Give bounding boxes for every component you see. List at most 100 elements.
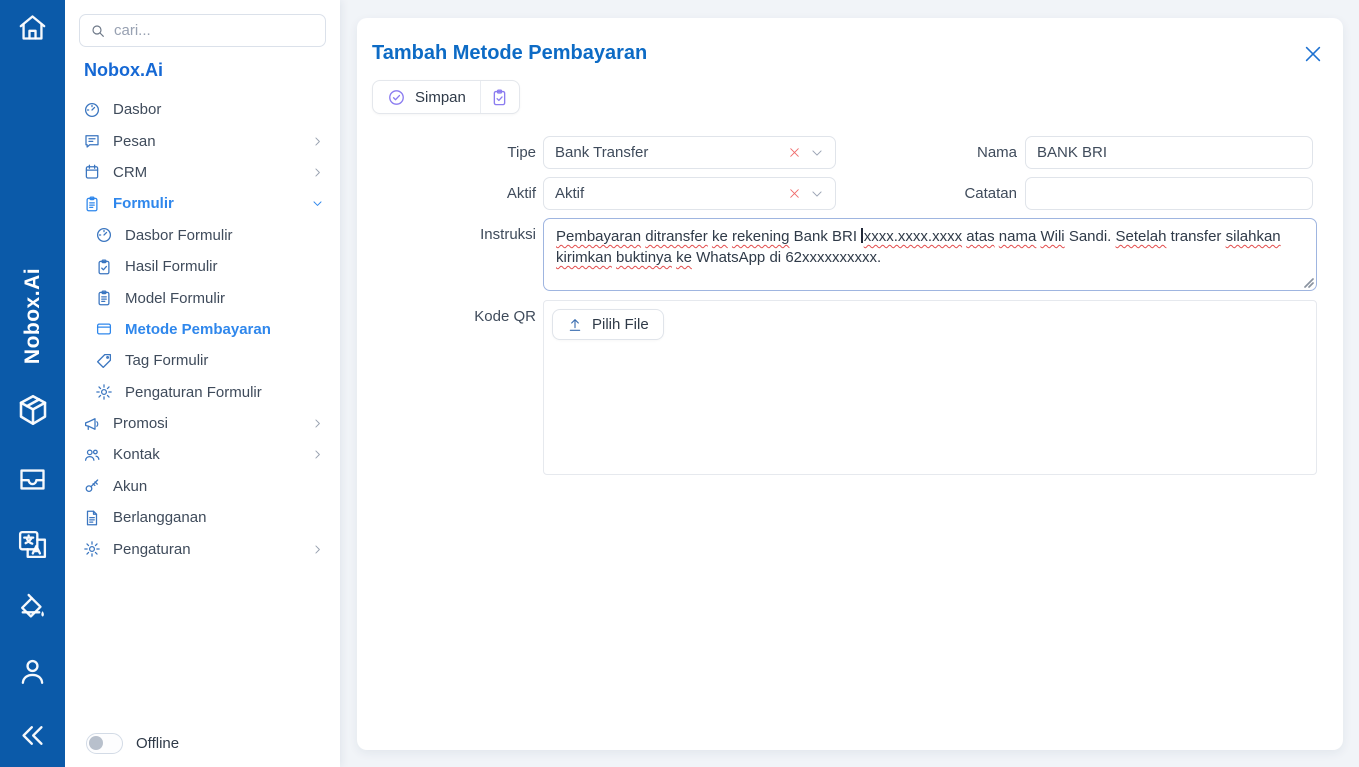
tipe-select-value: Bank Transfer (555, 144, 648, 161)
clipboard-check-button[interactable] (481, 81, 519, 113)
users-icon (83, 446, 101, 464)
catatan-input[interactable] (1025, 177, 1313, 210)
sidebar-item-label: Model Formulir (125, 290, 225, 307)
chevron-right-icon (311, 448, 324, 461)
card-icon (95, 320, 113, 338)
sidebar-item-label: Dasbor (113, 101, 161, 118)
sidebar-item-formulir[interactable]: Formulir (73, 188, 334, 219)
rail-brand-vertical: Nobox.Ai (21, 268, 45, 364)
tag-icon (95, 352, 113, 370)
nama-input[interactable]: BANK BRI (1025, 136, 1313, 169)
sidebar-item-pengaturan-formulir[interactable]: Pengaturan Formulir (73, 377, 334, 408)
clear-icon[interactable] (788, 187, 801, 200)
cube-logo-icon (15, 392, 51, 432)
chevron-right-icon (311, 166, 324, 179)
file-text-icon (83, 509, 101, 527)
search-box (79, 14, 326, 47)
sidebar-item-metode-pembayaran[interactable]: Metode Pembayaran (73, 314, 334, 345)
sidebar-item-label: Promosi (113, 415, 168, 432)
sidebar-item-hasil-formulir[interactable]: Hasil Formulir (73, 251, 334, 282)
chevron-right-icon (311, 135, 324, 148)
search-icon (90, 23, 106, 39)
page-title: Tambah Metode Pembayaran (372, 42, 647, 65)
sidebar-item-pengaturan[interactable]: Pengaturan (73, 533, 334, 564)
aktif-select-value: Aktif (555, 185, 584, 202)
clear-icon[interactable] (788, 146, 801, 159)
search-input[interactable] (114, 22, 315, 39)
check-circle-icon (387, 88, 406, 107)
catatan-label: Catatan (817, 177, 1017, 210)
gear-icon (95, 383, 113, 401)
inbox-icon[interactable] (16, 463, 49, 496)
sidebar-item-dasbor-formulir[interactable]: Dasbor Formulir (73, 220, 334, 251)
sidebar-item-berlangganan[interactable]: Berlangganan (73, 502, 334, 533)
sidebar-item-label: Formulir (113, 195, 174, 212)
sidebar-item-model-formulir[interactable]: Model Formulir (73, 282, 334, 313)
sidebar-item-label: Pengaturan Formulir (125, 384, 262, 401)
key-icon (83, 477, 101, 495)
sidebar-brand: Nobox.Ai (84, 60, 163, 81)
user-icon[interactable] (16, 655, 49, 688)
sidebar-item-label: Pesan (113, 133, 156, 150)
kode-qr-label: Kode QR (357, 300, 536, 333)
aktif-select[interactable]: Aktif (543, 177, 836, 210)
save-button-label: Simpan (415, 89, 466, 106)
offline-control: Offline (86, 733, 179, 754)
resize-handle-icon[interactable] (1304, 278, 1314, 288)
sidebar-item-label: CRM (113, 164, 147, 181)
sidebar-item-label: Metode Pembayaran (125, 321, 271, 338)
message-icon (83, 132, 101, 150)
gear-icon (83, 540, 101, 558)
payment-method-card: Tambah Metode Pembayaran Simpan Tipe Ban… (357, 18, 1343, 750)
sidebar-item-label: Pengaturan (113, 541, 191, 558)
tipe-label: Tipe (357, 136, 536, 169)
clipboard-list-icon (83, 195, 101, 213)
clipboard-list-icon (95, 289, 113, 307)
sidebar-item-promosi[interactable]: Promosi (73, 408, 334, 439)
offline-label: Offline (136, 735, 179, 752)
sidebar-item-label: Dasbor Formulir (125, 227, 233, 244)
offline-toggle[interactable] (86, 733, 123, 754)
aktif-label: Aktif (357, 177, 536, 210)
sidebar-item-kontak[interactable]: Kontak (73, 439, 334, 470)
sidebar-item-dasbor[interactable]: Dasbor (73, 94, 334, 125)
pilih-file-label: Pilih File (592, 316, 649, 333)
clipboard-check-icon (95, 258, 113, 276)
pilih-file-button[interactable]: Pilih File (552, 309, 664, 340)
clipboard-check-icon (490, 88, 509, 107)
sidebar-item-label: Berlangganan (113, 509, 206, 526)
tipe-select[interactable]: Bank Transfer (543, 136, 836, 169)
save-button[interactable]: Simpan (373, 81, 481, 113)
sidebar-item-label: Kontak (113, 446, 160, 463)
sidebar-item-label: Hasil Formulir (125, 258, 218, 275)
text-caret (861, 228, 863, 243)
sidebar-item-label: Tag Formulir (125, 352, 208, 369)
upload-icon (567, 317, 583, 333)
nama-input-value: BANK BRI (1037, 144, 1107, 161)
megaphone-icon (83, 415, 101, 433)
sidebar-item-tag-formulir[interactable]: Tag Formulir (73, 345, 334, 376)
close-icon[interactable] (1302, 43, 1324, 65)
instruksi-label: Instruksi (357, 218, 536, 251)
nama-label: Nama (817, 136, 1017, 169)
sidebar-item-label: Akun (113, 478, 147, 495)
sidebar-item-pesan[interactable]: Pesan (73, 125, 334, 156)
translate-icon[interactable] (16, 528, 49, 561)
gauge-icon (83, 101, 101, 119)
main-area: Tambah Metode Pembayaran Simpan Tipe Ban… (340, 0, 1359, 767)
paint-bucket-icon[interactable] (16, 591, 49, 624)
home-icon[interactable] (16, 11, 49, 44)
gauge-icon (95, 226, 113, 244)
chevron-right-icon (311, 543, 324, 556)
sidebar-item-akun[interactable]: Akun (73, 471, 334, 502)
sidebar-item-crm[interactable]: CRM (73, 157, 334, 188)
collapse-sidebar-icon[interactable] (16, 719, 49, 752)
chevron-down-icon (311, 197, 324, 210)
toolbar: Simpan (372, 80, 520, 114)
sidebar-nav: Dasbor Pesan CRM Formulir Dasbor Formuli… (73, 94, 334, 565)
instruksi-textarea[interactable]: Pembayaran ditransfer ke rekening Bank B… (543, 218, 1317, 291)
kode-qr-dropzone[interactable]: Pilih File (543, 300, 1317, 475)
left-rail: Nobox.Ai (0, 0, 65, 767)
sidebar: Nobox.Ai Dasbor Pesan CRM Formulir Dasbo… (65, 0, 340, 767)
toggle-knob (89, 736, 103, 750)
